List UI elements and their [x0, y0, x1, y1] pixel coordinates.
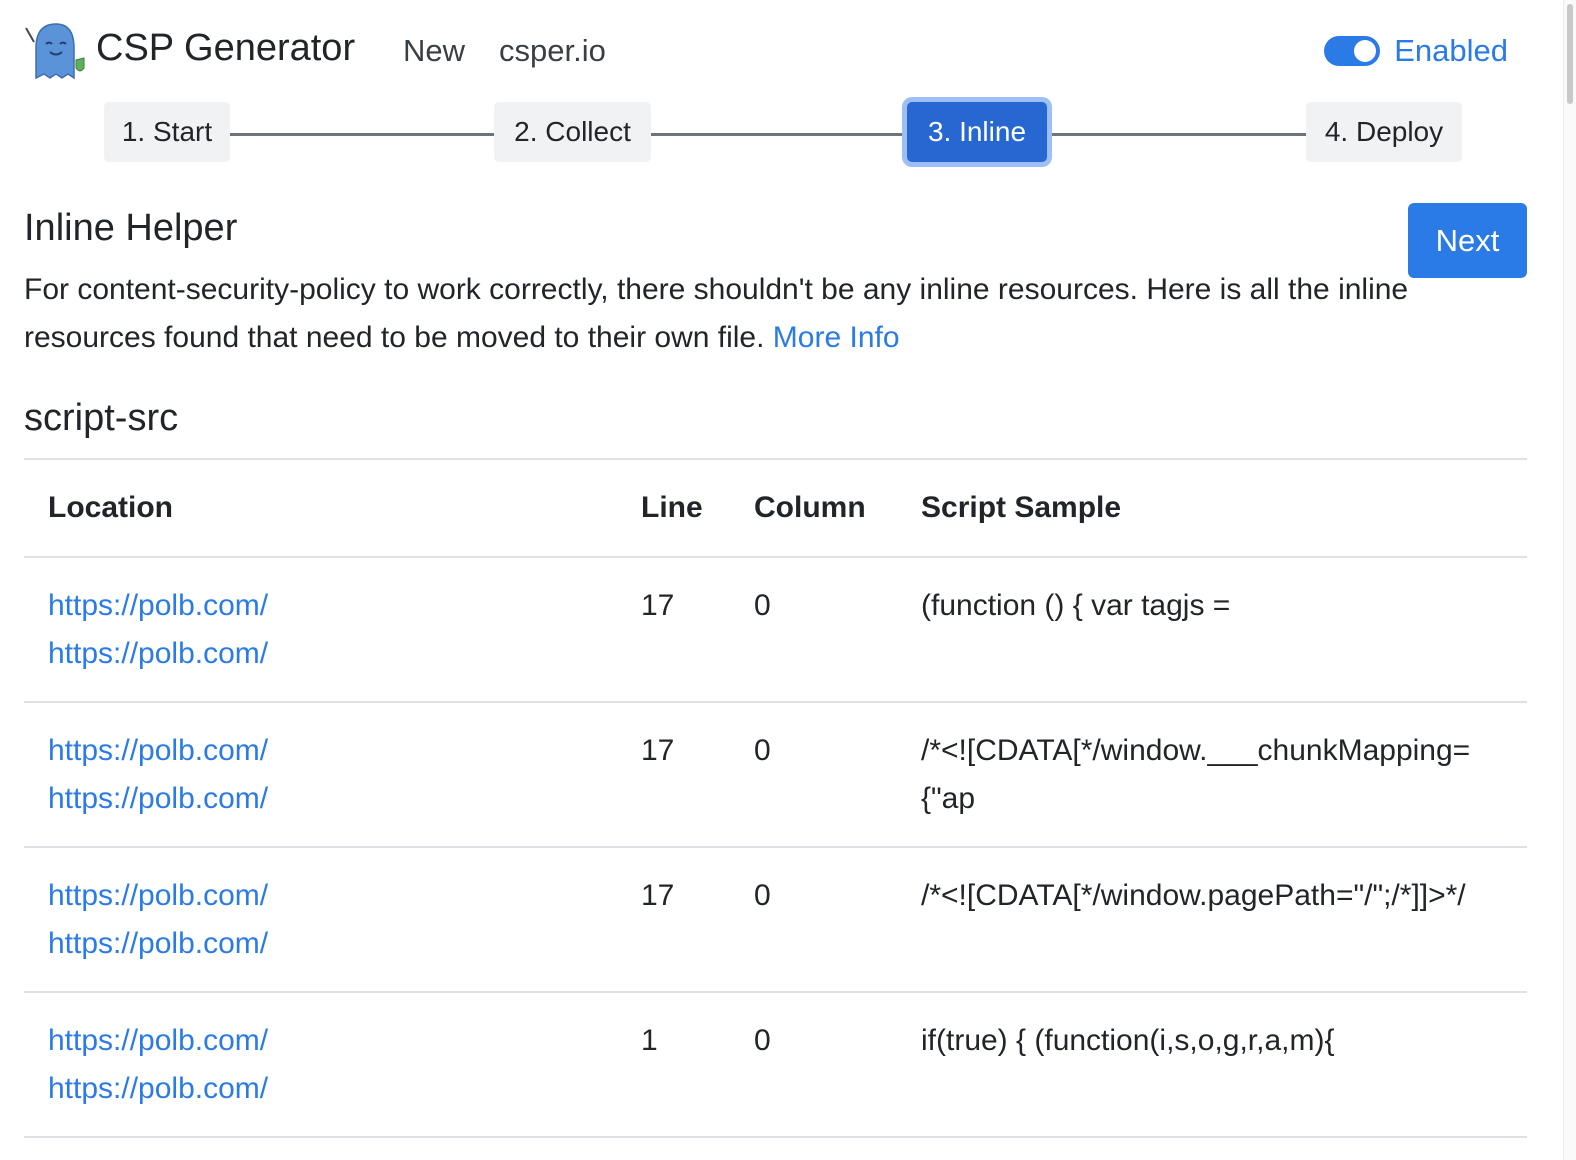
nav-new-link[interactable]: New	[403, 30, 465, 72]
header-column: Column	[754, 459, 921, 558]
scrollbar-thumb[interactable]	[1567, 4, 1573, 104]
location-cell: https://polb.com/ https://polb.com/	[24, 847, 641, 993]
table-header-row: Location Line Column Script Sample	[24, 459, 1527, 558]
next-button[interactable]: Next	[1408, 203, 1527, 278]
table-row: https://polb.com/ https://polb.com/ 17 0…	[24, 557, 1527, 703]
column-cell: 0	[754, 702, 921, 848]
step-connector	[651, 133, 907, 136]
step-inline[interactable]: 3. Inline	[907, 102, 1047, 162]
directive-title: script-src	[24, 397, 179, 439]
column-cell: 0	[754, 847, 921, 993]
location-link[interactable]: https://polb.com/	[48, 920, 641, 968]
script-sample-cell: (function () { var tagjs =	[921, 557, 1527, 703]
header-script-sample: Script Sample	[921, 459, 1527, 558]
step-start[interactable]: 1. Start	[104, 102, 230, 162]
location-link[interactable]: https://polb.com/	[48, 582, 641, 630]
page-title: Inline Helper	[24, 207, 238, 249]
progress-stepper: 1. Start 2. Collect 3. Inline 4. Deploy	[0, 96, 1560, 172]
location-cell: https://polb.com/ https://polb.com/	[24, 557, 641, 703]
app-title[interactable]: CSP Generator	[96, 24, 355, 72]
location-link[interactable]: https://polb.com/	[48, 630, 641, 678]
script-sample-cell: /*<![CDATA[*/window.pagePath="/";/*]]>*/	[921, 847, 1527, 993]
step-connector	[1047, 133, 1306, 136]
location-link[interactable]: https://polb.com/	[48, 872, 641, 920]
toggle-label: Enabled	[1394, 33, 1508, 68]
table-row: https://polb.com/ https://polb.com/ 17 0…	[24, 702, 1527, 848]
more-info-link[interactable]: More Info	[773, 321, 900, 354]
header-line: Line	[641, 459, 754, 558]
vertical-scrollbar[interactable]	[1563, 0, 1576, 1160]
line-cell: 17	[641, 847, 754, 993]
step-collect[interactable]: 2. Collect	[494, 102, 651, 162]
page: CSP Generator New csper.io Enabled 1. St…	[0, 0, 1576, 1160]
description: For content-security-policy to work corr…	[24, 266, 1414, 362]
location-cell: https://polb.com/ https://polb.com/	[24, 702, 641, 848]
step-deploy[interactable]: 4. Deploy	[1306, 102, 1462, 162]
toggle-switch[interactable]	[1324, 36, 1381, 66]
table-row: https://polb.com/ https://polb.com/ 17 0…	[24, 847, 1527, 993]
location-link[interactable]: https://polb.com/	[48, 727, 641, 775]
description-text: For content-security-policy to work corr…	[24, 273, 1409, 354]
location-link[interactable]: https://polb.com/	[48, 1017, 641, 1065]
toggle-knob	[1354, 40, 1377, 62]
location-link[interactable]: https://polb.com/	[48, 775, 641, 823]
line-cell: 17	[641, 557, 754, 703]
location-link[interactable]: https://polb.com/	[48, 1065, 641, 1113]
location-cell: https://polb.com/ https://polb.com/	[24, 992, 641, 1138]
nav-csper-link[interactable]: csper.io	[499, 30, 606, 72]
top-nav: CSP Generator New csper.io Enabled	[0, 0, 1560, 96]
line-cell: 1	[641, 992, 754, 1138]
column-cell: 0	[754, 992, 921, 1138]
line-cell: 17	[641, 702, 754, 848]
ghost-mascot-icon	[25, 23, 85, 80]
header-location: Location	[24, 459, 641, 558]
script-sample-cell: if(true) { (function(i,s,o,g,r,a,m){	[921, 992, 1527, 1138]
inline-resources-table: Location Line Column Script Sample https…	[24, 458, 1527, 1138]
enabled-toggle[interactable]: Enabled	[1324, 30, 1508, 72]
step-connector	[230, 133, 494, 136]
script-sample-cell: /*<![CDATA[*/window.___chunkMapping={"ap	[921, 702, 1527, 848]
column-cell: 0	[754, 557, 921, 703]
table-row: https://polb.com/ https://polb.com/ 1 0 …	[24, 992, 1527, 1138]
